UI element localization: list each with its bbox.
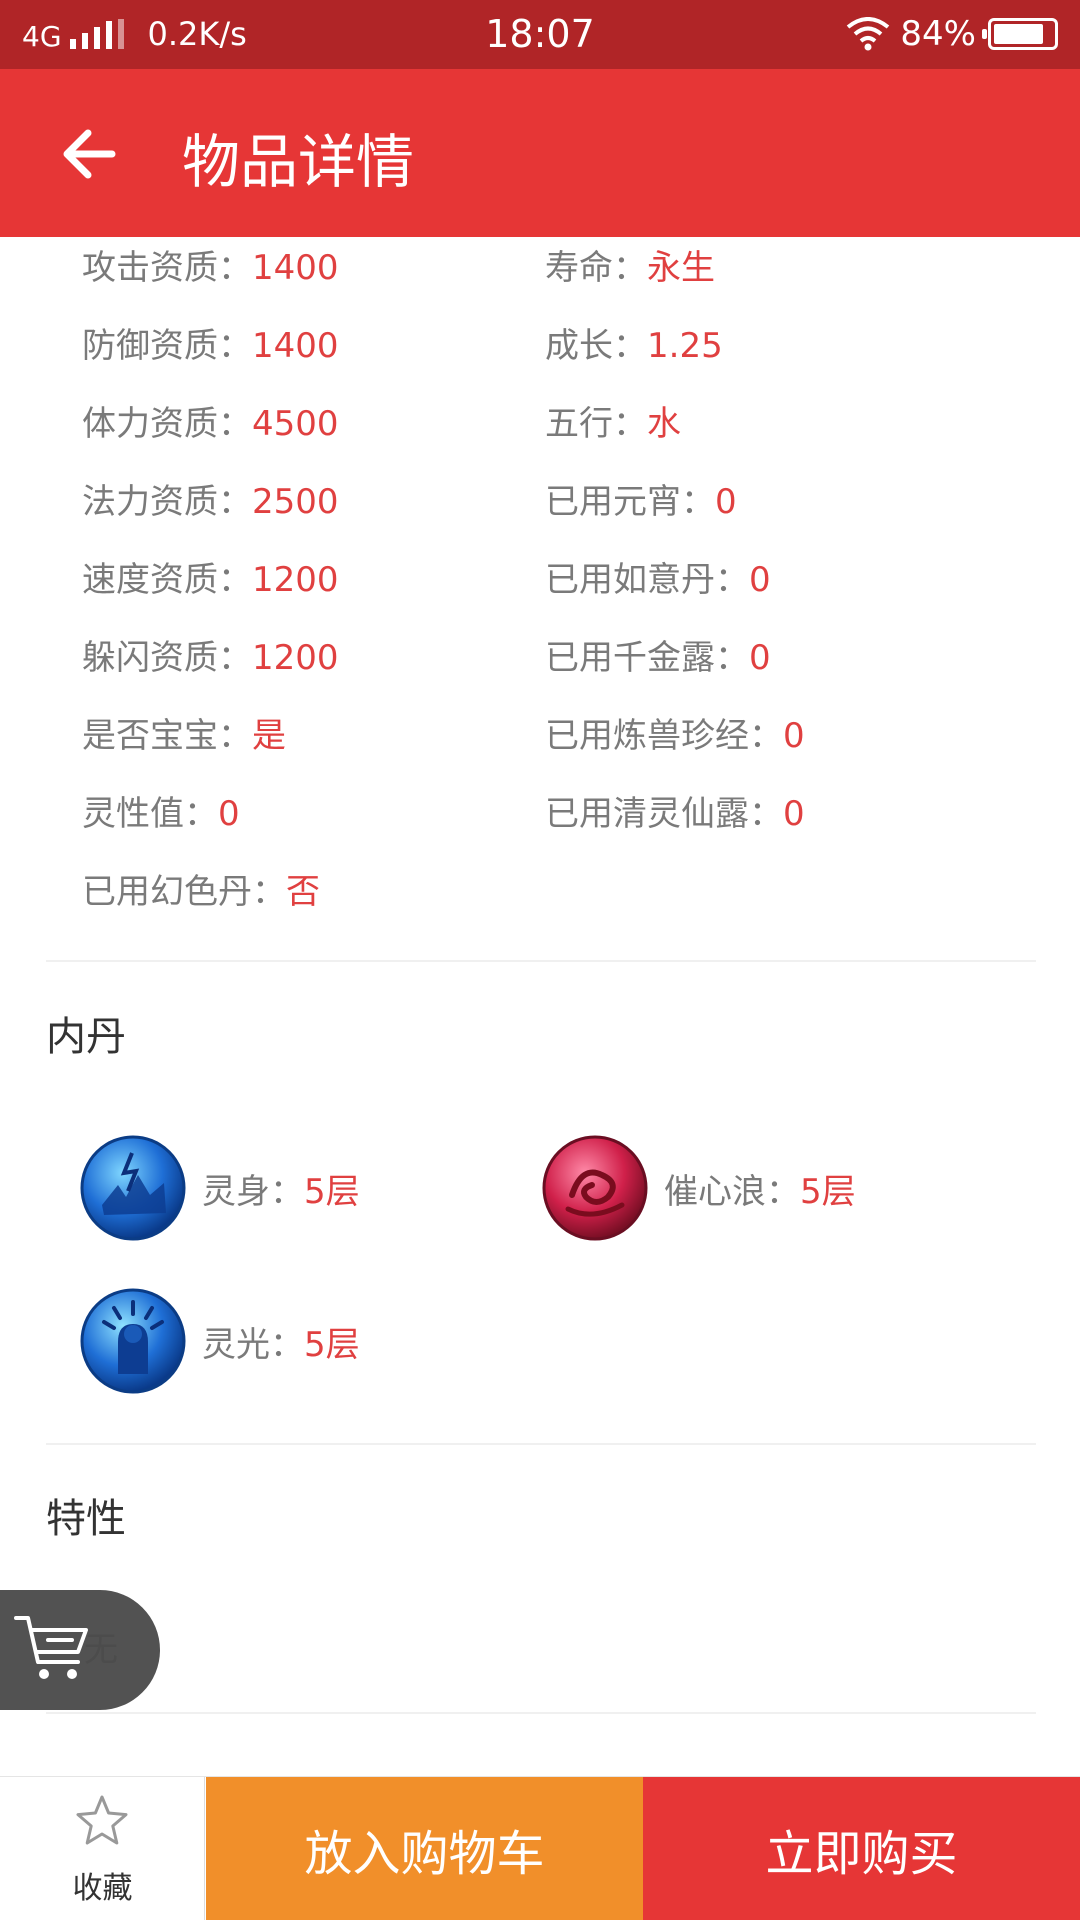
- attr-is-baby: 是否宝宝：是: [82, 716, 286, 756]
- buy-now-button[interactable]: 立即购买: [643, 1777, 1080, 1920]
- attr-growth: 成长：1.25: [545, 326, 723, 366]
- divider: [46, 1443, 1036, 1445]
- attr-color-pill: 已用幻色丹：否: [82, 872, 320, 912]
- traits-section-title: 特性: [46, 1496, 126, 1542]
- app-header: 物品详情: [0, 69, 1080, 237]
- lingguang-orb-icon: [80, 1288, 186, 1394]
- neidan-item-lingguang[interactable]: 灵光： 5层: [80, 1288, 360, 1394]
- cuixinlang-orb-icon: [542, 1135, 648, 1241]
- arrow-left-icon[interactable]: [56, 119, 126, 189]
- attr-qingling: 已用清灵仙露：0: [545, 794, 805, 834]
- attr-stamina: 体力资质：4500: [82, 404, 339, 444]
- status-bar: 4G 0.2K/s 18:07 84%: [0, 0, 1080, 69]
- attr-defense: 防御资质：1400: [82, 326, 339, 366]
- neidan-item-lingshen[interactable]: 灵身： 5层: [80, 1135, 360, 1241]
- page-title: 物品详情: [182, 128, 415, 196]
- cart-icon: [14, 1616, 88, 1679]
- battery-fill: [994, 24, 1043, 44]
- bottom-action-bar: 收藏 放入购物车 立即购买: [0, 1776, 1080, 1920]
- attr-yuanxiao: 已用元宵：0: [545, 482, 737, 522]
- attr-lifespan: 寿命：永生: [545, 248, 715, 288]
- attr-qianjinlu: 已用千金露：0: [545, 638, 771, 678]
- attr-speed: 速度资质：1200: [82, 560, 339, 600]
- divider: [46, 1712, 1036, 1714]
- status-right: 84%: [846, 14, 1058, 54]
- add-to-cart-button[interactable]: 放入购物车: [206, 1777, 643, 1920]
- attr-element: 五行：水: [545, 404, 681, 444]
- floating-cart-button[interactable]: [0, 1590, 160, 1710]
- favorite-button[interactable]: 收藏: [0, 1777, 205, 1920]
- battery-icon: [982, 18, 1058, 50]
- divider: [46, 960, 1036, 962]
- favorite-label: 收藏: [72, 1871, 133, 1906]
- wifi-icon: [847, 17, 890, 51]
- lingshen-orb-icon: [80, 1135, 186, 1241]
- attr-lianshou: 已用炼兽珍经：0: [545, 716, 805, 756]
- attr-ruyidan: 已用如意丹：0: [545, 560, 771, 600]
- battery-percent: 84%: [900, 14, 976, 54]
- attr-attack: 攻击资质：1400: [82, 248, 339, 288]
- attr-magic: 法力资质：2500: [82, 482, 339, 522]
- star-icon: [76, 1795, 128, 1845]
- neidan-section-title: 内丹: [46, 1014, 126, 1060]
- attr-dodge: 躲闪资质：1200: [82, 638, 339, 678]
- neidan-item-cuixinlang[interactable]: 催心浪： 5层: [542, 1135, 856, 1241]
- attr-spirit: 灵性值：0: [82, 794, 240, 834]
